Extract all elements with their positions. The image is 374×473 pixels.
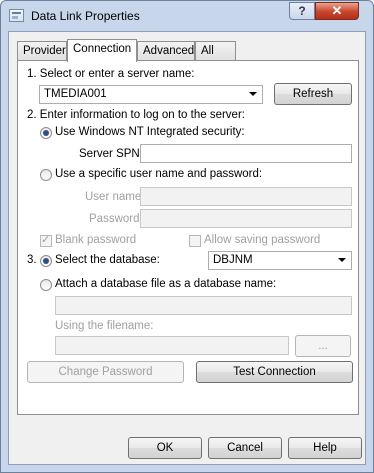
specific-user-radio[interactable] (40, 169, 52, 181)
refresh-button[interactable]: Refresh (274, 83, 352, 105)
attach-database-radio[interactable] (40, 279, 52, 291)
blank-password-label: Blank password (55, 234, 137, 246)
nt-security-radio[interactable] (40, 127, 52, 139)
tab-all[interactable]: All (195, 41, 236, 60)
close-button[interactable]: ✕ (315, 2, 359, 20)
logon-info-label: 2. Enter information to log on to the se… (27, 109, 245, 121)
server-name-combo[interactable]: TMEDIA001 (39, 85, 263, 104)
allow-saving-checkbox[interactable] (189, 235, 201, 247)
attach-database-label: Attach a database file as a database nam… (55, 278, 277, 290)
test-connection-button[interactable]: Test Connection (196, 361, 353, 383)
help-button[interactable]: Help (288, 437, 362, 459)
chevron-down-icon[interactable] (249, 92, 257, 96)
select-database-label: Select the database: (55, 254, 160, 266)
password-label: Password: (89, 213, 143, 225)
nt-security-label: Use Windows NT Integrated security: (55, 126, 245, 138)
chevron-down-icon[interactable] (338, 258, 346, 262)
filename-input[interactable] (55, 336, 289, 355)
username-input[interactable] (140, 187, 352, 206)
attach-database-name-input[interactable] (55, 296, 352, 315)
title-bar[interactable]: Data Link Properties ? ✕ (1, 1, 373, 31)
server-spn-label: Server SPN: (79, 148, 143, 160)
password-input[interactable] (140, 209, 352, 228)
title-help-button[interactable]: ? (289, 2, 315, 20)
dialog-body: Provider Connection Advanced All 1. Sele… (8, 31, 366, 465)
cancel-button[interactable]: Cancel (208, 437, 282, 459)
server-spn-input[interactable] (140, 144, 352, 163)
select-database-radio[interactable] (40, 255, 52, 267)
dialog-window: Data Link Properties ? ✕ Provider Connec… (0, 0, 374, 473)
allow-saving-label: Allow saving password (204, 234, 321, 246)
window-title: Data Link Properties (31, 9, 140, 23)
database-combo[interactable]: DBJNM (208, 251, 352, 270)
specific-user-label: Use a specific user name and password: (55, 168, 263, 180)
connection-panel: 1. Select or enter a server name: TMEDIA… (17, 60, 359, 415)
database-value: DBJNM (213, 254, 253, 266)
tab-connection[interactable]: Connection (67, 39, 137, 62)
change-password-button[interactable]: Change Password (27, 361, 184, 383)
server-name-value: TMEDIA001 (44, 88, 107, 100)
server-name-label: 1. Select or enter a server name: (27, 68, 195, 80)
blank-password-checkbox[interactable] (40, 233, 52, 247)
browse-button[interactable]: ... (295, 335, 351, 357)
username-label: User name: (85, 191, 145, 203)
ok-button[interactable]: OK (128, 437, 202, 459)
data-link-icon (9, 9, 24, 22)
tab-advanced[interactable]: Advanced (137, 41, 195, 60)
using-filename-label: Using the filename: (55, 320, 154, 332)
step3-number: 3. (27, 254, 37, 266)
tab-provider[interactable]: Provider (17, 41, 67, 60)
